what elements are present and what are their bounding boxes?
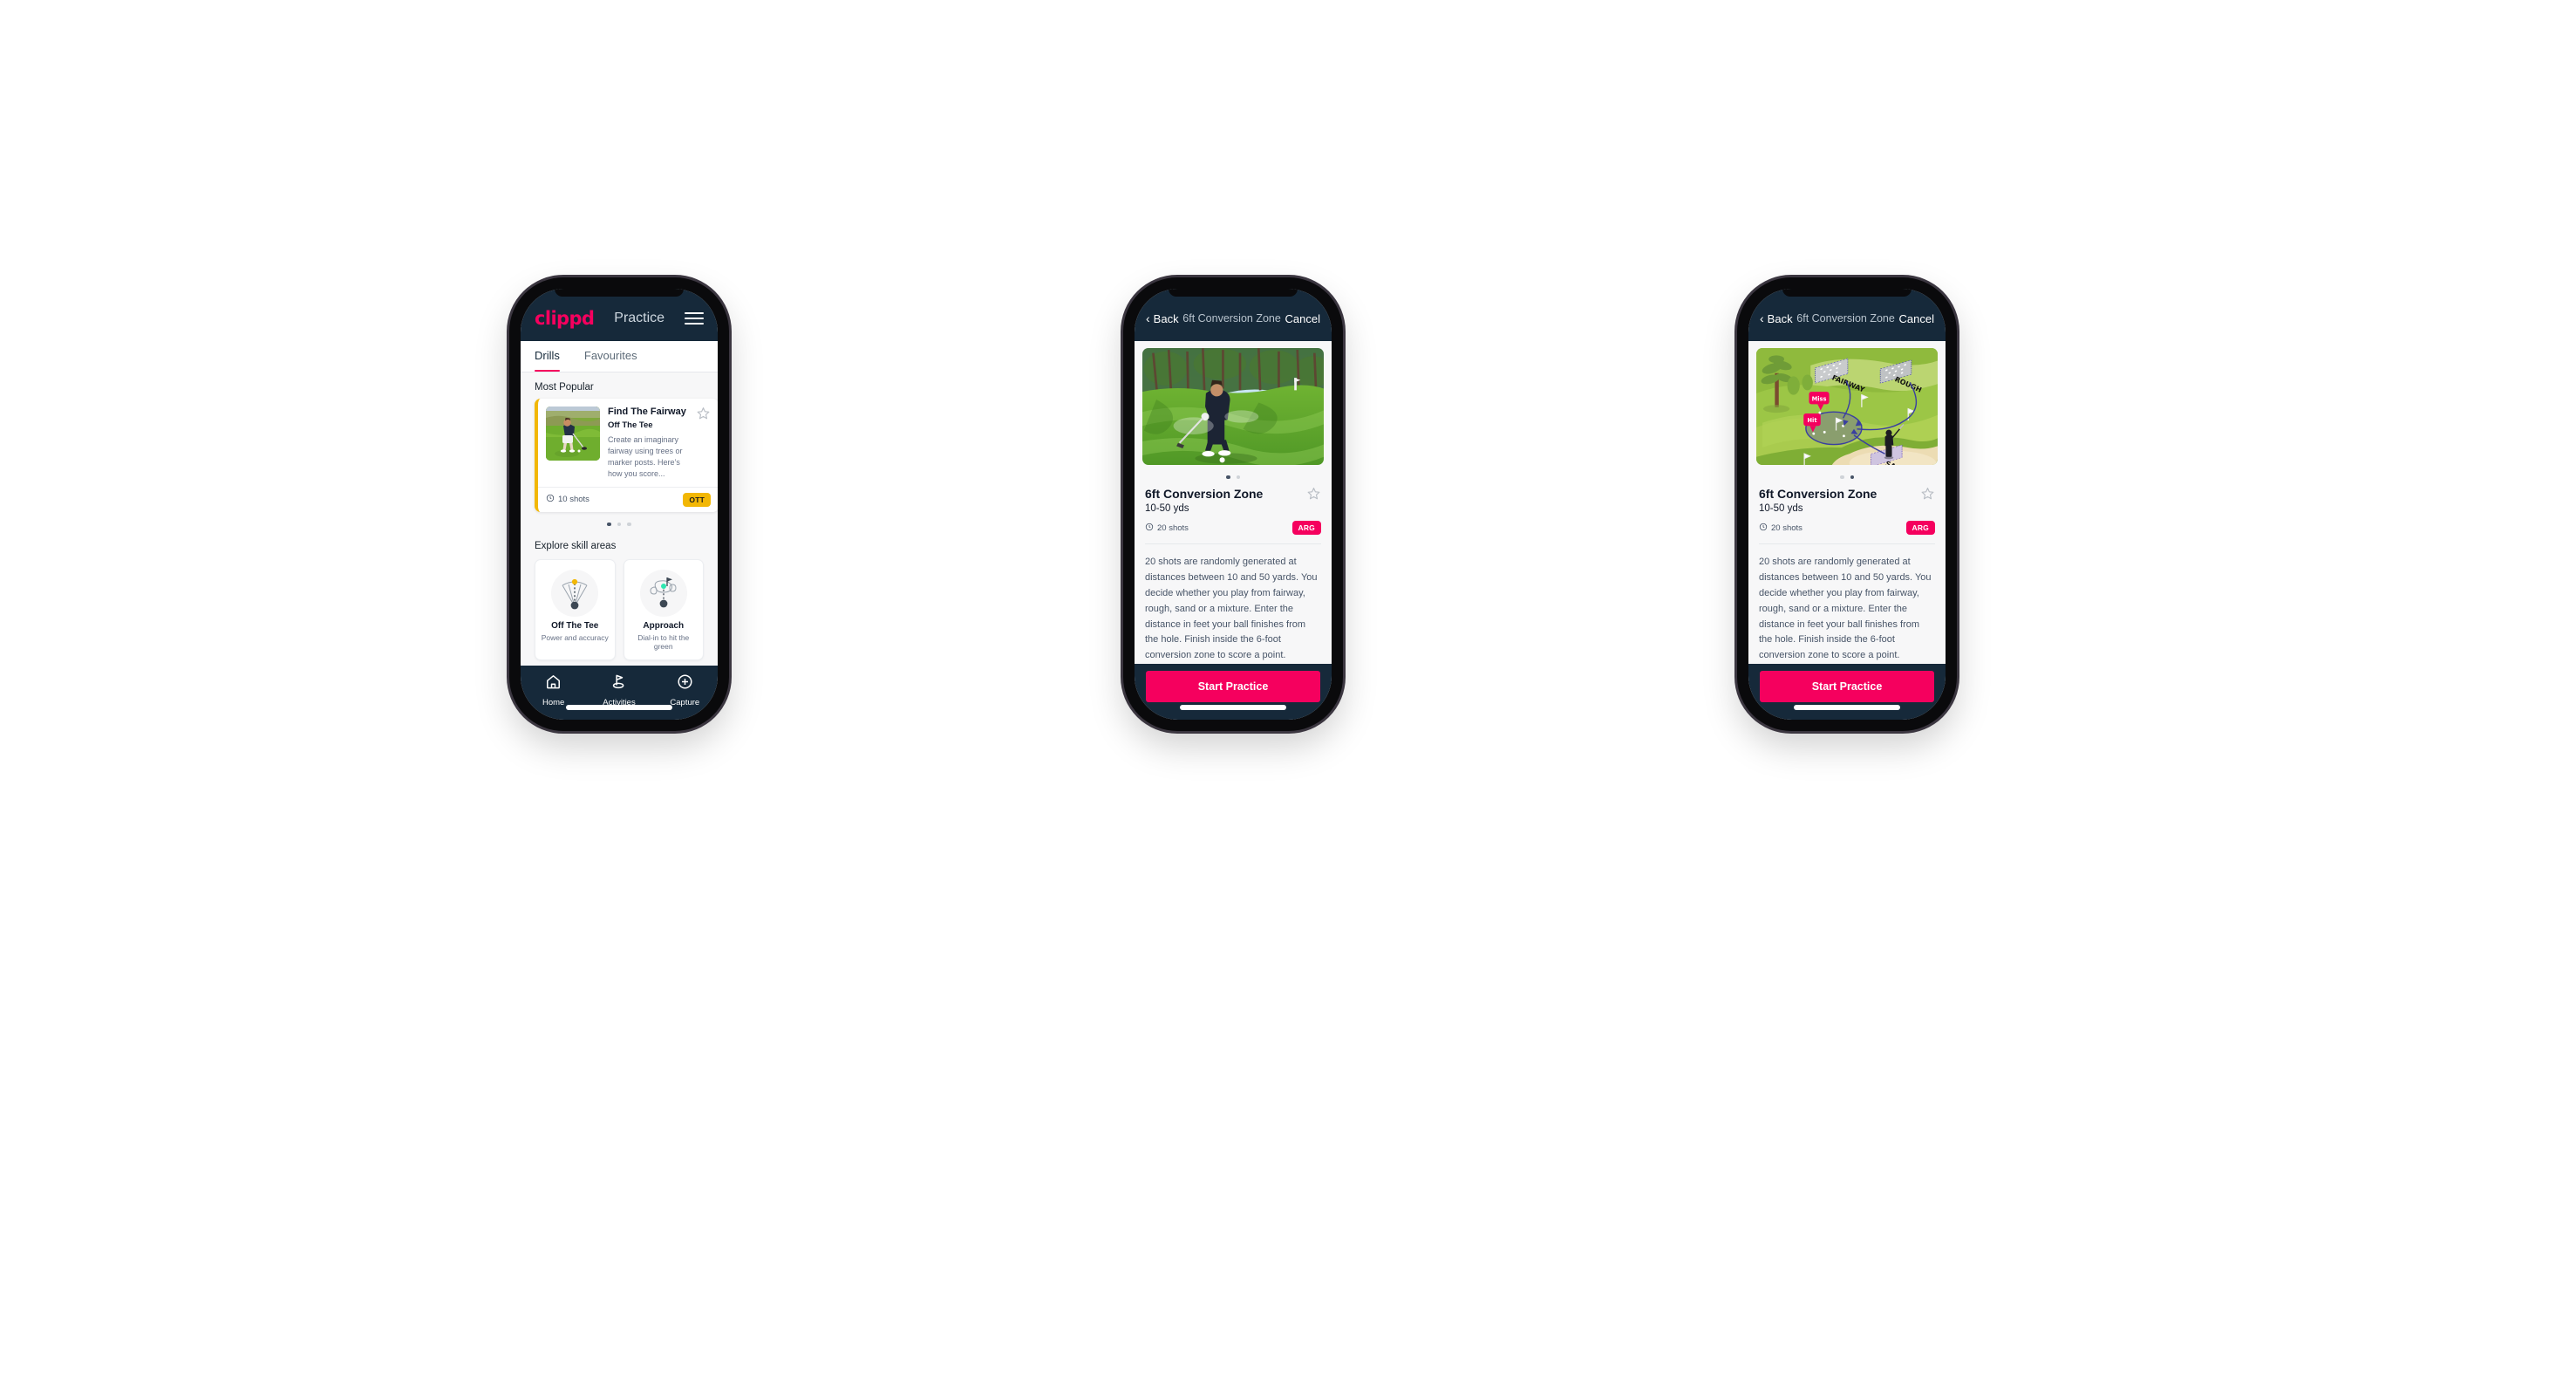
drill-description: 20 shots are randomly generated at dista… <box>1145 557 1318 661</box>
skill-desc: Power and accuracy <box>541 633 609 643</box>
drill-shots-label: 20 shots <box>1771 523 1803 533</box>
tab-bar: Drills Favourites <box>521 341 718 372</box>
drill-distance: 10-50 yds <box>1145 503 1189 515</box>
start-practice-button[interactable]: Start Practice <box>1760 671 1934 702</box>
phone-notch <box>1782 289 1912 297</box>
media-dot-2[interactable] <box>1850 475 1854 480</box>
cta-container: Start Practice <box>1748 664 1946 720</box>
cta-container: Start Practice <box>1135 664 1332 720</box>
phone-mockup-drill-detail-photo: ‹ Back 6ft Conversion Zone Cancel 6ft Co… <box>1123 277 1343 731</box>
app-bar: clippd Practice <box>521 289 718 341</box>
drill-shots: 10 shots <box>546 494 589 505</box>
clock-icon <box>1145 523 1154 534</box>
media-dot-1[interactable] <box>1226 475 1230 480</box>
golf-flag-icon <box>610 673 627 694</box>
nav-label: Capture <box>670 698 700 707</box>
chevron-left-icon: ‹ <box>1146 311 1150 325</box>
detail-page-title: 6ft Conversion Zone <box>1182 312 1281 325</box>
status-badge: ARG <box>1905 521 1935 536</box>
tab-favourites[interactable]: Favourites <box>584 341 650 372</box>
star-outline-icon[interactable] <box>1921 487 1935 502</box>
drill-header: 6ft Conversion Zone 10-50 yds 20 shots A… <box>1748 484 1946 536</box>
drill-distance: 10-50 yds <box>1759 503 1803 515</box>
status-badge: ARG <box>1291 521 1321 536</box>
tee-shot-dispersion-icon <box>551 570 599 618</box>
skill-card-off-the-tee[interactable]: Off The Tee Power and accuracy <box>535 559 616 661</box>
star-outline-icon[interactable] <box>1307 487 1321 502</box>
media-dot-1[interactable] <box>1840 475 1844 480</box>
home-indicator <box>566 705 672 710</box>
page-title: Practice <box>614 311 665 325</box>
svg-text:Miss: Miss <box>1812 395 1827 402</box>
carousel-dot-1[interactable] <box>607 522 611 527</box>
phone-notch <box>555 289 684 297</box>
nav-item-home[interactable]: Home <box>522 673 585 707</box>
skill-desc: Dial-in to hit the green <box>637 633 690 652</box>
drill-description: Create an imaginary fairway using trees … <box>608 434 683 478</box>
skill-card-approach[interactable]: Approach Dial-in to hit the green <box>623 559 704 661</box>
home-indicator <box>1180 705 1286 710</box>
nav-label: Home <box>542 698 565 707</box>
back-button[interactable]: ‹ Back <box>1760 312 1793 325</box>
cancel-button[interactable]: Cancel <box>1899 312 1934 325</box>
drill-header: 6ft Conversion Zone 10-50 yds 20 shots A… <box>1135 484 1332 536</box>
drill-skill-area: Off The Tee <box>608 420 653 430</box>
section-explore-label: Explore skill areas <box>535 541 617 552</box>
drill-carousel[interactable]: Find The Fairway Off The Tee Create an i… <box>521 399 718 512</box>
skill-name: Approach <box>643 621 685 632</box>
clippd-logo[interactable]: clippd <box>535 308 595 329</box>
drill-shots-label: 20 shots <box>1157 523 1189 533</box>
detail-content: FAIRWAY ROUGH Miss Hit 6ft Conversion Zo… <box>1748 341 1946 664</box>
chevron-left-icon: ‹ <box>1760 311 1764 325</box>
drill-card[interactable]: Find The Fairway Off The Tee Create an i… <box>535 399 718 512</box>
detail-content: 6ft Conversion Zone 10-50 yds 20 shots A… <box>1135 341 1332 664</box>
carousel-dot-2[interactable] <box>617 522 622 527</box>
back-label: Back <box>1153 311 1179 325</box>
svg-text:Hit: Hit <box>1807 417 1817 424</box>
drill-media-photo[interactable] <box>1142 348 1324 465</box>
plus-circle-icon <box>677 673 693 694</box>
back-label: Back <box>1767 311 1793 325</box>
phone-mockup-drill-detail-illustration: ‹ Back 6ft Conversion Zone Cancel FAIRWA… <box>1737 277 1957 731</box>
clock-icon <box>1759 523 1768 534</box>
drill-shots: 20 shots <box>1145 523 1189 534</box>
phone-notch <box>1169 289 1298 297</box>
screenshot-canvas: clippd Practice Drills Favourites Most P… <box>0 0 2576 1387</box>
cancel-button[interactable]: Cancel <box>1285 312 1320 325</box>
skill-area-grid: Off The Tee Power and accuracy Approach … <box>521 557 718 666</box>
drill-thumbnail <box>546 407 600 461</box>
hamburger-menu-icon[interactable] <box>684 311 704 325</box>
approach-green-icon <box>639 570 687 618</box>
home-indicator <box>1794 705 1900 710</box>
start-practice-button[interactable]: Start Practice <box>1146 671 1320 702</box>
phone-mockup-practice-list: clippd Practice Drills Favourites Most P… <box>509 277 729 731</box>
detail-page-title: 6ft Conversion Zone <box>1796 312 1895 325</box>
nav-item-capture[interactable]: Capture <box>653 673 716 707</box>
drill-shots: 20 shots <box>1759 523 1803 534</box>
detail-app-bar: ‹ Back 6ft Conversion Zone Cancel <box>1135 289 1332 341</box>
media-dots <box>1135 465 1332 485</box>
status-badge: OTT <box>683 492 711 507</box>
media-dots <box>1748 465 1946 485</box>
nav-item-activities[interactable]: Activities <box>588 673 651 707</box>
drill-title: Find The Fairway <box>608 407 686 417</box>
clock-icon <box>546 494 555 505</box>
detail-app-bar: ‹ Back 6ft Conversion Zone Cancel <box>1748 289 1946 341</box>
carousel-dots <box>521 512 718 532</box>
skill-name: Off The Tee <box>551 621 599 632</box>
section-most-popular-label: Most Popular <box>535 382 594 393</box>
tab-drills[interactable]: Drills <box>535 341 572 372</box>
drill-shots-label: 10 shots <box>558 495 589 505</box>
drill-title: 6ft Conversion Zone <box>1145 487 1264 502</box>
star-outline-icon[interactable] <box>697 407 711 480</box>
drill-description: 20 shots are randomly generated at dista… <box>1759 557 1932 661</box>
home-icon <box>545 673 562 694</box>
back-button[interactable]: ‹ Back <box>1146 312 1179 325</box>
content-scroll-area[interactable]: Most Popular Find The Fairway Off The Te… <box>521 372 718 666</box>
carousel-dot-3[interactable] <box>627 522 631 527</box>
drill-media-illustration[interactable]: FAIRWAY ROUGH Miss Hit <box>1756 348 1938 465</box>
drill-title: 6ft Conversion Zone <box>1759 487 1877 502</box>
bottom-navigation: Home Activities Capture <box>521 666 718 720</box>
media-dot-2[interactable] <box>1236 475 1240 480</box>
